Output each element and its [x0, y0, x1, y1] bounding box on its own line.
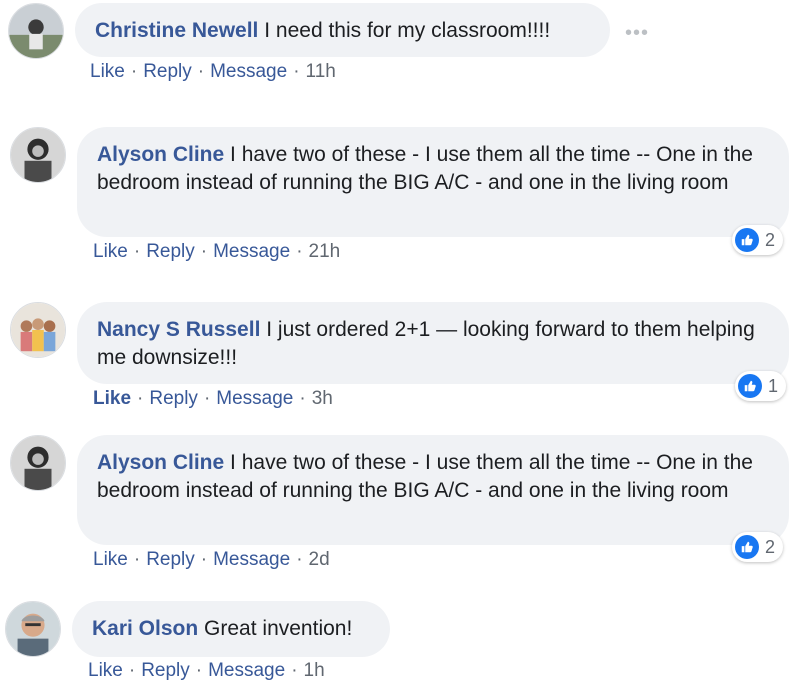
comment-text: I need this for my classroom!!!! [264, 19, 551, 42]
comment-author[interactable]: Kari Olson [92, 617, 198, 640]
comment-author[interactable]: Alyson Cline [97, 143, 224, 166]
message-link[interactable]: Message [216, 388, 293, 409]
separator: · [133, 241, 141, 262]
separator: · [296, 241, 303, 262]
reaction-count: 1 [768, 375, 779, 396]
separator: · [195, 660, 203, 681]
comment-actions: Like · Reply · Message · 11h [90, 61, 336, 83]
reaction-badge[interactable]: 1 [735, 371, 787, 401]
like-link[interactable]: Like [93, 241, 128, 262]
timestamp[interactable]: 1h [304, 660, 325, 681]
like-icon [735, 228, 759, 252]
comment-bubble: Nancy S Russell I just ordered 2+1 — loo… [77, 302, 789, 384]
more-options-icon[interactable]: ••• [625, 22, 649, 45]
like-link[interactable]: Like [93, 549, 128, 570]
comment-text: Great invention! [204, 617, 353, 640]
comment-actions: Like · Reply · Message · 21h [93, 241, 340, 263]
comment-author[interactable]: Alyson Cline [97, 451, 224, 474]
separator: · [299, 388, 306, 409]
avatar[interactable] [10, 302, 66, 358]
separator: · [130, 61, 138, 82]
comment-bubble: Christine Newell I need this for my clas… [75, 3, 610, 57]
reply-link[interactable]: Reply [146, 241, 195, 262]
comment-bubble: Alyson Cline I have two of these - I use… [77, 435, 789, 545]
reaction-badge[interactable]: 2 [732, 532, 784, 562]
reply-link[interactable]: Reply [141, 660, 190, 681]
separator: · [128, 660, 136, 681]
reaction-badge[interactable]: 2 [732, 225, 784, 255]
comment-bubble: Alyson Cline I have two of these - I use… [77, 127, 789, 237]
comment-actions: Like · Reply · Message · 3h [93, 388, 333, 410]
like-link[interactable]: Like [93, 388, 131, 409]
message-link[interactable]: Message [208, 660, 285, 681]
timestamp[interactable]: 11h [306, 61, 336, 82]
avatar[interactable] [8, 3, 64, 59]
reaction-count: 2 [765, 536, 776, 557]
avatar[interactable] [10, 127, 66, 183]
separator: · [203, 388, 211, 409]
comment-bubble: Kari Olson Great invention! [72, 601, 390, 657]
message-link[interactable]: Message [213, 549, 290, 570]
reply-link[interactable]: Reply [143, 61, 192, 82]
separator: · [200, 549, 208, 570]
like-link[interactable]: Like [88, 660, 123, 681]
separator: · [291, 660, 298, 681]
separator: · [293, 61, 300, 82]
comment-actions: Like · Reply · Message · 1h [88, 660, 325, 682]
reply-link[interactable]: Reply [146, 549, 195, 570]
comment-author[interactable]: Nancy S Russell [97, 318, 260, 341]
timestamp[interactable]: 21h [309, 241, 341, 262]
comment-actions: Like · Reply · Message · 2d [93, 549, 330, 571]
separator: · [137, 388, 144, 409]
reply-link[interactable]: Reply [149, 388, 198, 409]
avatar[interactable] [5, 601, 61, 657]
message-link[interactable]: Message [210, 61, 287, 82]
reaction-count: 2 [765, 229, 776, 250]
separator: · [133, 549, 141, 570]
timestamp[interactable]: 2d [309, 549, 330, 570]
separator: · [296, 549, 303, 570]
separator: · [200, 241, 208, 262]
separator: · [197, 61, 205, 82]
timestamp[interactable]: 3h [312, 388, 333, 409]
comment-author[interactable]: Christine Newell [95, 19, 258, 42]
like-icon [735, 535, 759, 559]
like-icon [738, 374, 762, 398]
like-link[interactable]: Like [90, 61, 125, 82]
avatar[interactable] [10, 435, 66, 491]
message-link[interactable]: Message [213, 241, 290, 262]
